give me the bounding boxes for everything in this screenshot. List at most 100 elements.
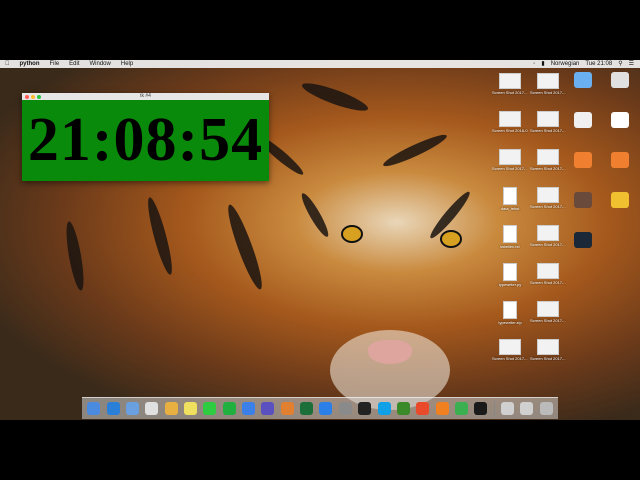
close-button[interactable]: [25, 94, 29, 99]
notification-center-icon[interactable]: ☰: [629, 60, 634, 68]
menubar-clock[interactable]: Tue 21:08: [585, 60, 612, 68]
desktop-icon-label: Screen Shot 2017-...11.56.14: [530, 90, 566, 95]
wifi-icon[interactable]: ◦: [533, 60, 535, 68]
desktop-icon[interactable]: Screen Shot 2017-...12.19.27: [530, 149, 566, 171]
game-icon[interactable]: [574, 192, 592, 208]
desktop-icon[interactable]: Screen Shot 2017-...10.14.44: [530, 339, 566, 361]
desktop-icon-label: Screen Shot 2017-...11.55.08: [492, 90, 528, 95]
chrome2-icon[interactable]: [416, 402, 430, 415]
desktop-icon[interactable]: typewriter.py: [492, 263, 528, 287]
tiger-eye: [440, 230, 462, 248]
screenshot-icon: [499, 339, 521, 355]
desktop-icon[interactable]: Screen Shot 2017-...11.56.14: [530, 73, 566, 95]
menu-help[interactable]: Help: [116, 60, 138, 68]
document-icon: [503, 187, 517, 205]
battery-icon[interactable]: ▮: [541, 60, 544, 68]
terminal-icon[interactable]: [474, 402, 488, 415]
spotlight-icon[interactable]: ⚲: [618, 60, 622, 68]
wallpaper-stripe: [143, 195, 177, 277]
clock-label: 21:08:54: [27, 106, 264, 174]
keynote-icon[interactable]: [242, 402, 256, 415]
desktop-icon-label: data_tekst: [500, 206, 520, 211]
desktop-icon-label: Screen Shot 2017-...12.17.12: [530, 280, 566, 285]
photos-icon[interactable]: [145, 402, 159, 415]
screenshot-icon: [537, 339, 559, 355]
system-prefs-icon[interactable]: [338, 402, 352, 415]
document-icon: [503, 225, 517, 243]
menu-file[interactable]: File: [45, 60, 65, 68]
imovie-icon[interactable]: [261, 402, 275, 415]
desktop-icon[interactable]: Screen Shot 2017-...12.17.13: [530, 225, 566, 247]
desktop-icon[interactable]: tabellen.txt: [492, 225, 528, 249]
skype-icon[interactable]: [377, 402, 391, 415]
desktop-icon-label: Screen Shot 2017-...12.17.26: [530, 204, 566, 209]
desktop-icon[interactable]: data_tekst: [492, 187, 528, 211]
desktop-icon[interactable]: Screen Shot 2017-...12.17.26: [530, 187, 566, 209]
screenshot-icon: [537, 111, 559, 127]
quicktime-icon[interactable]: [358, 402, 372, 415]
folder-icon[interactable]: [611, 192, 629, 208]
desktop-icon[interactable]: Screen Shot 2017-...12.19.1: [530, 111, 566, 133]
desktop-icon[interactable]: Screen Shot 2017-...11.55.08: [492, 73, 528, 95]
screenshot-icon: [537, 73, 559, 89]
screenshot-icon: [499, 149, 521, 165]
desktop-icon[interactable]: Screen Shot 2017-...11.34.59: [492, 339, 528, 361]
apple-menu-icon[interactable]: : [0, 60, 15, 68]
desktop-icon-label: Screen Shot 2018-0...11.52.01: [492, 128, 528, 133]
desktop-icon[interactable]: Screen Shot 2018-0...11.52.01: [492, 111, 528, 133]
screenshot-icon[interactable]: [574, 112, 592, 128]
facetime-icon[interactable]: [222, 402, 236, 415]
safari-icon[interactable]: [106, 402, 120, 415]
window-title: tk #4: [140, 93, 151, 99]
screenshot-icon: [537, 301, 559, 317]
menu-window[interactable]: Window: [85, 60, 116, 68]
downloads-icon[interactable]: [501, 402, 515, 415]
screenshot-icon: [499, 111, 521, 127]
archive-icon: [503, 301, 517, 319]
folder-icon[interactable]: [574, 72, 592, 88]
screenshot-icon: [537, 187, 559, 203]
screenshot-icon: [537, 149, 559, 165]
trash-icon[interactable]: [539, 402, 553, 415]
documents-icon[interactable]: [520, 402, 534, 415]
tiger-eye: [341, 225, 363, 243]
screenshot-icon: [537, 263, 559, 279]
desktop-icon[interactable]: Screen Shot 2017-...11.56.09: [492, 149, 528, 171]
desktop-icon[interactable]: Screen Shot 2017-...12.17.12: [530, 263, 566, 285]
screenshot-icon: [499, 73, 521, 89]
clock-window: tk #4 21:08:54: [22, 93, 269, 181]
desktop-icon[interactable]: Screen Shot 2017-...21.42.06: [530, 301, 566, 323]
blender-icon[interactable]: [574, 152, 592, 168]
notes-icon[interactable]: [183, 402, 197, 415]
screenshot-icon: [537, 225, 559, 241]
app-menu[interactable]: python: [15, 60, 45, 68]
excel-icon[interactable]: [300, 402, 314, 415]
zoom-button[interactable]: [37, 94, 41, 99]
minecraft-icon[interactable]: [396, 402, 410, 415]
chrome-icon[interactable]: [164, 402, 178, 415]
desktop-icon-label: Screen Shot 2017-...11.34.59: [492, 356, 528, 361]
steam-icon[interactable]: [574, 232, 592, 248]
wallpaper-stripe: [298, 190, 332, 240]
document-icon: [503, 263, 517, 281]
ibooks-icon[interactable]: [435, 402, 449, 415]
messages-icon[interactable]: [203, 402, 217, 415]
window-titlebar[interactable]: tk #4: [22, 93, 269, 100]
keyboard-layout[interactable]: Norwegian: [551, 60, 580, 68]
pycharm-icon[interactable]: [455, 402, 468, 415]
preview-icon[interactable]: [125, 402, 139, 415]
appstore-icon[interactable]: [319, 402, 333, 415]
document-icon[interactable]: [611, 112, 629, 128]
wallpaper-stripe: [380, 130, 450, 171]
desktop-icon-label: typewriter.zip: [498, 320, 522, 325]
drive-icon[interactable]: [611, 72, 629, 88]
blender-icon[interactable]: [611, 152, 629, 168]
finder-icon[interactable]: [87, 402, 101, 415]
desktop-icon[interactable]: typewriter.zip: [492, 301, 528, 325]
desktop-icon-label: tabellen.txt: [500, 244, 520, 249]
menu-edit[interactable]: Edit: [64, 60, 84, 68]
desktop-icon-label: Screen Shot 2017-...12.19.27: [530, 166, 566, 171]
desktop-icon-label: Screen Shot 2017-...12.17.13: [530, 242, 566, 247]
minimize-button[interactable]: [31, 94, 35, 99]
blender-icon[interactable]: [280, 402, 294, 415]
